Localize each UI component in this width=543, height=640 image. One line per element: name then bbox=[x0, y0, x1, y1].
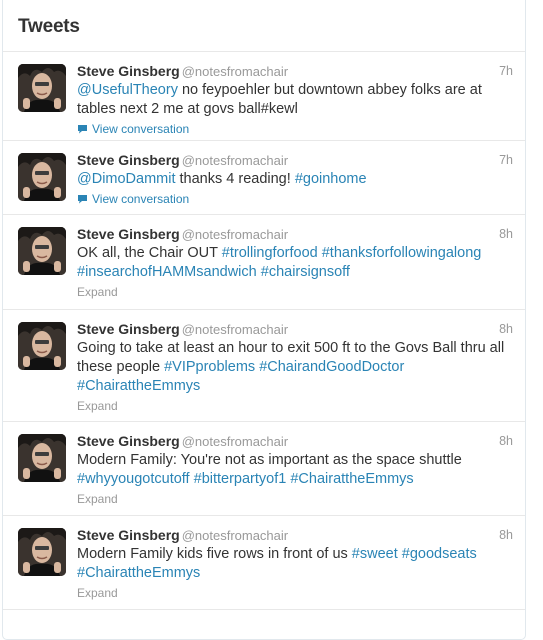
hashtag-link[interactable]: #sweet bbox=[352, 546, 398, 562]
text-segment: Modern Family: You're not as important a… bbox=[77, 452, 462, 468]
avatar[interactable] bbox=[18, 434, 66, 482]
hashtag-link[interactable]: #trollingforfood bbox=[222, 245, 318, 261]
tweet-header: Steve Ginsberg @notesfromachair 8h bbox=[77, 525, 513, 545]
tweet-header: Steve Ginsberg @notesfromachair 8h bbox=[77, 224, 513, 244]
avatar[interactable] bbox=[18, 528, 66, 576]
author-username[interactable]: @notesfromachair bbox=[182, 322, 288, 337]
expand-link[interactable]: Expand bbox=[77, 399, 118, 413]
hashtag-link[interactable]: #thanksforfollowingalong bbox=[322, 245, 482, 261]
hashtag-link[interactable]: #VIPproblems bbox=[164, 359, 255, 375]
tweet-timestamp[interactable]: 7h bbox=[499, 61, 513, 81]
hashtag-link[interactable]: #ChairattheEmmys bbox=[290, 471, 413, 487]
hashtag-link[interactable]: #ChairattheEmmys bbox=[77, 378, 200, 394]
tweet-header: Steve Ginsberg @notesfromachair 7h bbox=[77, 150, 513, 170]
mention-link[interactable]: @DimoDammit bbox=[77, 171, 176, 187]
tweet-item[interactable]: Steve Ginsberg @notesfromachair 8h Going to… bbox=[3, 310, 525, 422]
author-fullname[interactable]: Steve Ginsberg bbox=[77, 63, 180, 79]
author-username[interactable]: @notesfromachair bbox=[182, 528, 288, 543]
hashtag-link[interactable]: #goodseats bbox=[402, 546, 477, 562]
tweet-timestamp[interactable]: 7h bbox=[499, 150, 513, 170]
author-username[interactable]: @notesfromachair bbox=[182, 227, 288, 242]
hashtag-link[interactable]: #whyyougotcutoff bbox=[77, 471, 190, 487]
tweet-actions: Expand bbox=[77, 398, 513, 414]
expand-link[interactable]: Expand bbox=[77, 492, 118, 506]
expand-link[interactable]: Expand bbox=[77, 285, 118, 299]
tweet-actions: View conversation bbox=[77, 121, 513, 137]
tweet-text: @UsefulTheory no feypoehler but downtown… bbox=[77, 81, 513, 119]
tweet-text: Modern Family: You're not as important a… bbox=[77, 451, 513, 489]
tweet-actions: Expand bbox=[77, 585, 513, 601]
tweet-stream: Steve Ginsberg @notesfromachair 7h @UsefulT… bbox=[3, 52, 525, 610]
tweet-actions: View conversation bbox=[77, 191, 513, 207]
text-segment: thanks 4 reading! bbox=[175, 171, 295, 187]
tweet-item[interactable]: Steve Ginsberg @notesfromachair 7h @DimoDam… bbox=[3, 141, 525, 215]
hashtag-link[interactable]: #goinhome bbox=[295, 171, 367, 187]
speech-bubble-icon bbox=[78, 195, 87, 204]
avatar[interactable] bbox=[18, 64, 66, 112]
mention-link[interactable]: @UsefulTheory bbox=[77, 82, 178, 98]
tweet-item[interactable]: Steve Ginsberg @notesfromachair 7h @UsefulT… bbox=[3, 52, 525, 141]
panel-header: Tweets bbox=[3, 0, 525, 52]
tweet-timestamp[interactable]: 8h bbox=[499, 431, 513, 451]
avatar[interactable] bbox=[18, 227, 66, 275]
text-segment: Modern Family kids five rows in front of… bbox=[77, 546, 352, 562]
author-fullname[interactable]: Steve Ginsberg bbox=[77, 321, 180, 337]
tweet-timestamp[interactable]: 8h bbox=[499, 319, 513, 339]
tweet-item[interactable]: Steve Ginsberg @notesfromachair 8h OK all, … bbox=[3, 215, 525, 310]
tweet-item[interactable]: Steve Ginsberg @notesfromachair 8h Modern F… bbox=[3, 516, 525, 610]
tweet-actions: Expand bbox=[77, 491, 513, 507]
author-username[interactable]: @notesfromachair bbox=[182, 64, 288, 79]
hashtag-link[interactable]: #ChairandGoodDoctor bbox=[259, 359, 404, 375]
tweet-header: Steve Ginsberg @notesfromachair 8h bbox=[77, 319, 513, 339]
tweet-text: @DimoDammit thanks 4 reading! #goinhome bbox=[77, 170, 513, 189]
tweet-text: Modern Family kids five rows in front of… bbox=[77, 545, 513, 583]
tweet-timestamp[interactable]: 8h bbox=[499, 224, 513, 244]
expand-link[interactable]: Expand bbox=[77, 586, 118, 600]
avatar[interactable] bbox=[18, 153, 66, 201]
tweet-actions: Expand bbox=[77, 284, 513, 300]
view-conversation-link[interactable]: View conversation bbox=[92, 192, 189, 206]
tweet-text: Going to take at least an hour to exit 5… bbox=[77, 339, 513, 396]
author-fullname[interactable]: Steve Ginsberg bbox=[77, 433, 180, 449]
tweet-header: Steve Ginsberg @notesfromachair 7h bbox=[77, 61, 513, 81]
hashtag-link[interactable]: #insearchofHAMMsandwich bbox=[77, 264, 257, 280]
author-fullname[interactable]: Steve Ginsberg bbox=[77, 152, 180, 168]
author-fullname[interactable]: Steve Ginsberg bbox=[77, 527, 180, 543]
text-segment: OK all, the Chair OUT bbox=[77, 245, 222, 261]
view-conversation-link[interactable]: View conversation bbox=[92, 122, 189, 136]
speech-bubble-icon bbox=[78, 125, 87, 134]
author-fullname[interactable]: Steve Ginsberg bbox=[77, 226, 180, 242]
avatar[interactable] bbox=[18, 322, 66, 370]
author-username[interactable]: @notesfromachair bbox=[182, 434, 288, 449]
hashtag-link[interactable]: #bitterpartyof1 bbox=[194, 471, 287, 487]
hashtag-link[interactable]: #chairsignsoff bbox=[261, 264, 350, 280]
tweet-header: Steve Ginsberg @notesfromachair 8h bbox=[77, 431, 513, 451]
hashtag-link[interactable]: #ChairattheEmmys bbox=[77, 565, 200, 581]
tweet-text: OK all, the Chair OUT #trollingforfood #… bbox=[77, 244, 513, 282]
tweet-item[interactable]: Steve Ginsberg @notesfromachair 8h Modern F… bbox=[3, 422, 525, 516]
tweet-timestamp[interactable]: 8h bbox=[499, 525, 513, 545]
author-username[interactable]: @notesfromachair bbox=[182, 153, 288, 168]
panel-title: Tweets bbox=[18, 16, 80, 37]
tweets-panel: Tweets Steve Ginsberg @notesfromachair 7h @… bbox=[2, 0, 526, 640]
